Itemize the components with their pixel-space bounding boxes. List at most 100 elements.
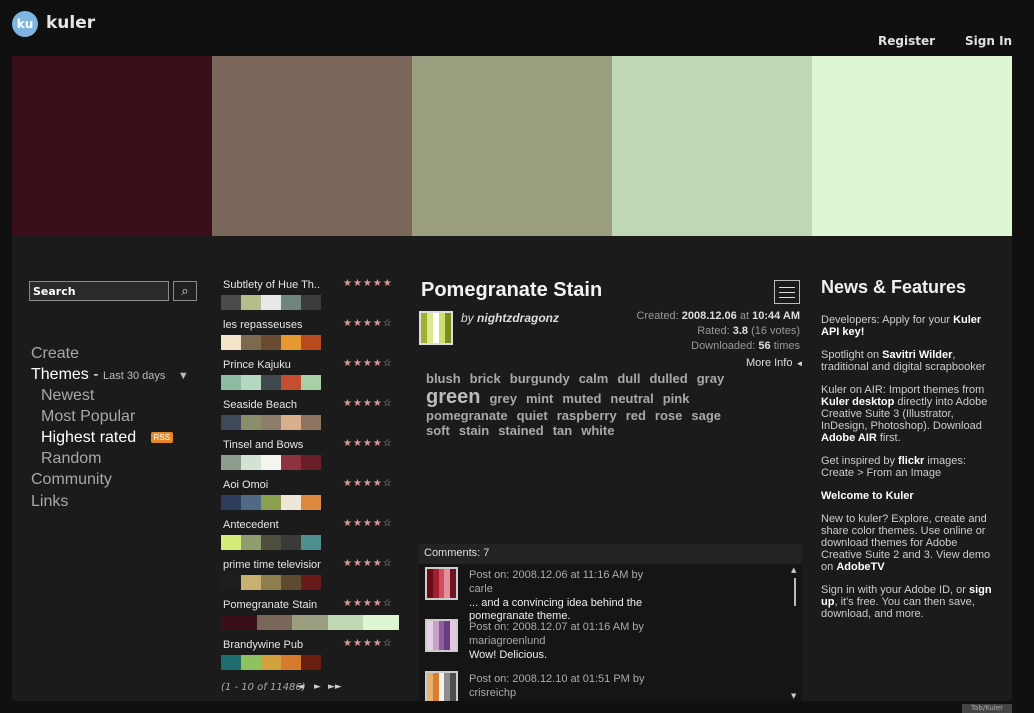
swatch-color [301,655,321,670]
theme-list-swatches[interactable] [221,615,399,630]
swatch-color [301,335,321,350]
scroll-thumb[interactable] [794,578,796,606]
theme-list-swatches[interactable] [221,655,321,670]
brand-title: kuler [46,13,96,33]
themes-range-dropdown[interactable]: Last 30 days [103,370,165,382]
downloads-times-label: times [773,340,800,352]
tag-green[interactable]: green [426,386,480,408]
swatch-color [221,615,257,630]
tag-pomegranate[interactable]: pomegranate [426,408,508,423]
comment-user[interactable]: crisreichp [469,687,516,699]
theme-list-swatches[interactable] [221,575,321,590]
nav-create[interactable]: Create [31,345,79,363]
comment-meta: Post on: 2008.12.07 at 01:16 AM by mariag… [469,620,669,648]
theme-list-swatches[interactable] [221,375,321,390]
swatch-color [221,575,241,590]
rss-icon[interactable]: RSS [150,432,174,444]
swatch-color [221,655,241,670]
swatch-color [261,535,281,550]
tag-soft[interactable]: soft [426,423,450,438]
theme-list-swatches[interactable] [221,535,321,550]
comments-scrollbar[interactable]: ▲ ▼ [790,566,800,700]
kuler-desktop-link[interactable]: Kuler desktop [821,396,894,408]
theme-options-icon[interactable] [774,280,800,304]
tag-neutral[interactable]: neutral [610,391,653,406]
kuler-logo-icon[interactable]: ku [12,11,38,37]
theme-list-title[interactable]: Tinsel and Bows [223,439,321,451]
theme-list-swatches[interactable] [221,295,321,310]
tag-raspberry[interactable]: raspberry [557,408,617,423]
tag-tan[interactable]: tan [553,423,573,438]
tag-mint[interactable]: mint [526,391,553,406]
comment-theme-thumbnail[interactable] [425,619,458,652]
next-page-icon[interactable]: ► [314,682,321,692]
flickr-link[interactable]: flickr [898,455,924,467]
theme-list-title[interactable]: Seaside Beach [223,399,321,411]
tag-muted[interactable]: muted [562,391,601,406]
tag-burgundy[interactable]: burgundy [510,371,570,386]
nav-highest-rated[interactable]: Highest rated RSS [41,429,174,447]
tag-quiet[interactable]: quiet [517,408,548,423]
swatch-color [221,455,241,470]
comment-user[interactable]: carle [469,583,493,595]
tag-blush[interactable]: blush [426,371,461,386]
tag-grey[interactable]: grey [489,391,516,406]
last-page-icon[interactable]: ►► [328,682,342,692]
theme-list-title[interactable]: Prince Kajuku [223,359,321,371]
comment-user[interactable]: mariagroenlund [469,635,545,647]
comment-post-info: Post on: 2008.12.10 at 01:51 PM by [469,673,645,685]
theme-list-title[interactable]: Aoi Omoi [223,479,321,491]
theme-list-title[interactable]: les repasseuses [223,319,321,331]
tag-dull[interactable]: dull [617,371,640,386]
chevron-down-icon[interactable]: ▼ [178,370,189,382]
theme-list-swatches[interactable] [221,415,321,430]
nav-newest[interactable]: Newest [41,387,94,405]
swatch-color [261,375,281,390]
tag-gray[interactable]: gray [697,371,724,386]
nav-links[interactable]: Links [31,493,68,511]
comment-post-info: Post on: 2008.12.06 at 11:16 AM by [469,569,644,581]
tag-pink[interactable]: pink [663,391,690,406]
nav-random[interactable]: Random [41,450,101,468]
rated-label: Rated: [697,325,730,337]
theme-list-title[interactable]: prime time television [223,559,321,571]
scroll-up-icon[interactable]: ▲ [791,566,796,574]
tag-calm[interactable]: calm [579,371,609,386]
tag-cloud: blush brick burgundy calm dull dulled gray gree… [426,371,756,438]
theme-list-title[interactable]: Antecedent [223,519,321,531]
register-link[interactable]: Register [878,34,935,48]
nav-community[interactable]: Community [31,471,112,489]
nav-themes[interactable]: Themes - Last 30 days ▼ [31,366,189,384]
comment-theme-thumbnail[interactable] [425,671,458,701]
tag-stain[interactable]: stain [459,423,489,438]
tag-sage[interactable]: sage [691,408,721,423]
nav-most-popular[interactable]: Most Popular [41,408,135,426]
tag-brick[interactable]: brick [470,371,501,386]
tag-red[interactable]: red [626,408,646,423]
tag-rose[interactable]: rose [655,408,682,423]
theme-list-swatches[interactable] [221,455,321,470]
search-grid-icon[interactable]: ⌕ [173,281,197,301]
theme-list-swatches[interactable] [221,335,321,350]
scroll-down-icon[interactable]: ▼ [791,692,796,700]
tag-white[interactable]: white [581,423,614,438]
created-label: Created: [636,310,679,322]
more-info-link[interactable]: More Info ◄ [746,357,803,369]
news-spotlight-link[interactable]: Savitri Wilder [882,349,952,361]
prev-page-icon[interactable]: ◄ [297,682,304,692]
tag-stained[interactable]: stained [498,423,544,438]
sign-in-link[interactable]: Sign In [965,34,1012,48]
swatch-color [301,575,321,590]
author-link[interactable]: nightzdragonz [477,311,559,325]
adobe-air-link[interactable]: Adobe AIR [821,432,877,444]
adobetv-link[interactable]: AdobeTV [836,561,884,573]
theme-list-title[interactable]: Pomegranate Stain [223,599,321,611]
footer-badge[interactable]: Tab/Kuler [962,704,1012,713]
comment-theme-thumbnail[interactable] [425,567,458,600]
news-spotlight-text: Spotlight on [821,349,880,361]
theme-list-title[interactable]: Subtlety of Hue Th... [223,279,321,291]
theme-list-swatches[interactable] [221,495,321,510]
theme-list-title[interactable]: Brandywine Pub [223,639,321,651]
tag-dulled[interactable]: dulled [649,371,687,386]
search-input[interactable] [29,281,169,301]
